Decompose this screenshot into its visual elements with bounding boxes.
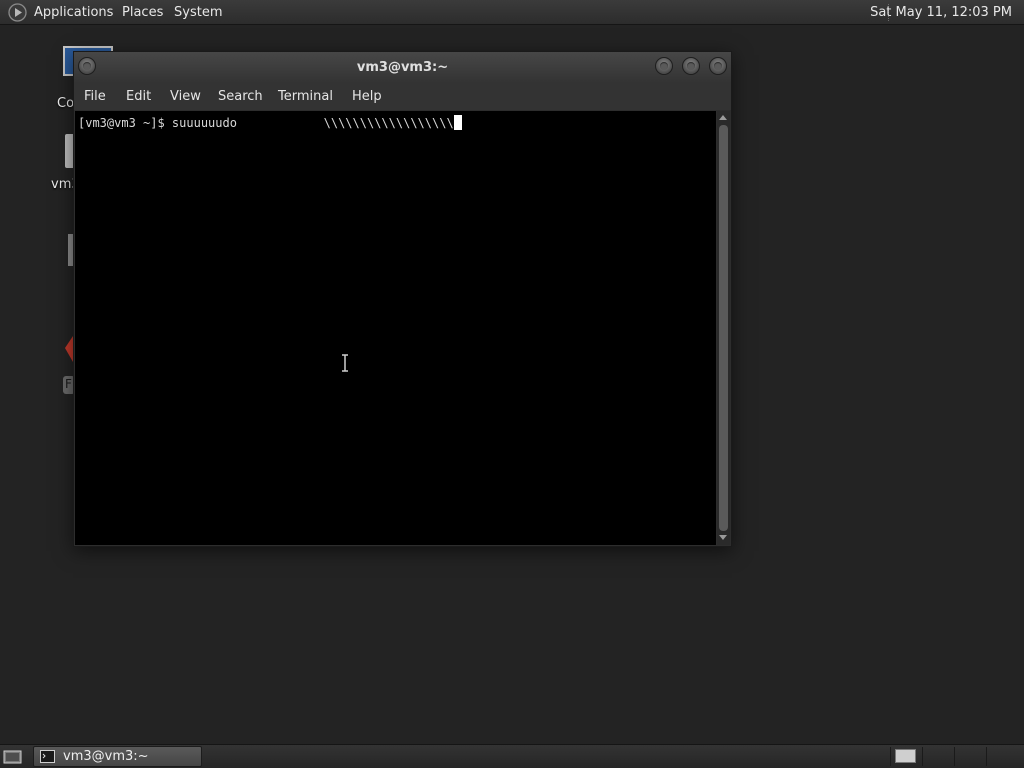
show-desktop-icon[interactable]: [3, 748, 22, 765]
terminal-menubar: File Edit View Search Terminal Help: [74, 83, 731, 110]
menu-file[interactable]: File: [84, 83, 106, 110]
scroll-down-icon[interactable]: [719, 535, 727, 540]
menu-system[interactable]: System: [174, 0, 222, 25]
taskbar-label: vm3@vm3:~: [63, 749, 149, 764]
close-button[interactable]: [709, 57, 727, 75]
firefox-label: F: [65, 377, 72, 391]
computer-label: Co: [57, 96, 75, 111]
terminal-scrollbar[interactable]: [717, 111, 730, 545]
bottom-panel: vm3@vm3:~: [0, 744, 1024, 768]
workspace-2[interactable]: [922, 747, 952, 766]
menu-help[interactable]: Help: [352, 83, 382, 110]
clock[interactable]: Sat May 11, 12:03 PM: [870, 0, 1012, 25]
menu-edit[interactable]: Edit: [126, 83, 151, 110]
workspace-4[interactable]: [986, 747, 1016, 766]
workspace-3[interactable]: [954, 747, 984, 766]
terminal-cursor: [453, 115, 462, 130]
terminal-line: [vm3@vm3 ~]$ suuuuuudo \\\\\\\\\\\\\\\\\…: [78, 115, 462, 130]
scroll-thumb[interactable]: [719, 125, 728, 531]
scroll-up-icon[interactable]: [719, 115, 727, 120]
menu-applications[interactable]: Applications: [34, 0, 113, 25]
menu-places[interactable]: Places: [122, 0, 163, 25]
terminal-icon: [40, 750, 55, 763]
ibeam-cursor-icon: [342, 354, 348, 372]
minimize-button[interactable]: [655, 57, 673, 75]
menu-search[interactable]: Search: [218, 83, 263, 110]
taskbar-terminal-button[interactable]: vm3@vm3:~: [33, 746, 202, 767]
menu-view[interactable]: View: [170, 83, 201, 110]
fedora-play-icon[interactable]: [8, 3, 27, 22]
terminal-window: vm3@vm3:~ File Edit View Search Terminal…: [73, 51, 732, 547]
menu-terminal[interactable]: Terminal: [278, 83, 333, 110]
terminal-output[interactable]: [vm3@vm3 ~]$ suuuuuudo \\\\\\\\\\\\\\\\\…: [75, 111, 716, 545]
window-title: vm3@vm3:~: [356, 60, 449, 75]
command-line-text: [vm3@vm3 ~]$ suuuuuudo \\\\\\\\\\\\\\\\\…: [78, 116, 454, 130]
top-panel: Applications Places System Sat May 11, 1…: [0, 0, 1024, 25]
maximize-button[interactable]: [682, 57, 700, 75]
workspace-1[interactable]: [890, 747, 920, 766]
window-titlebar[interactable]: vm3@vm3:~: [74, 52, 731, 83]
